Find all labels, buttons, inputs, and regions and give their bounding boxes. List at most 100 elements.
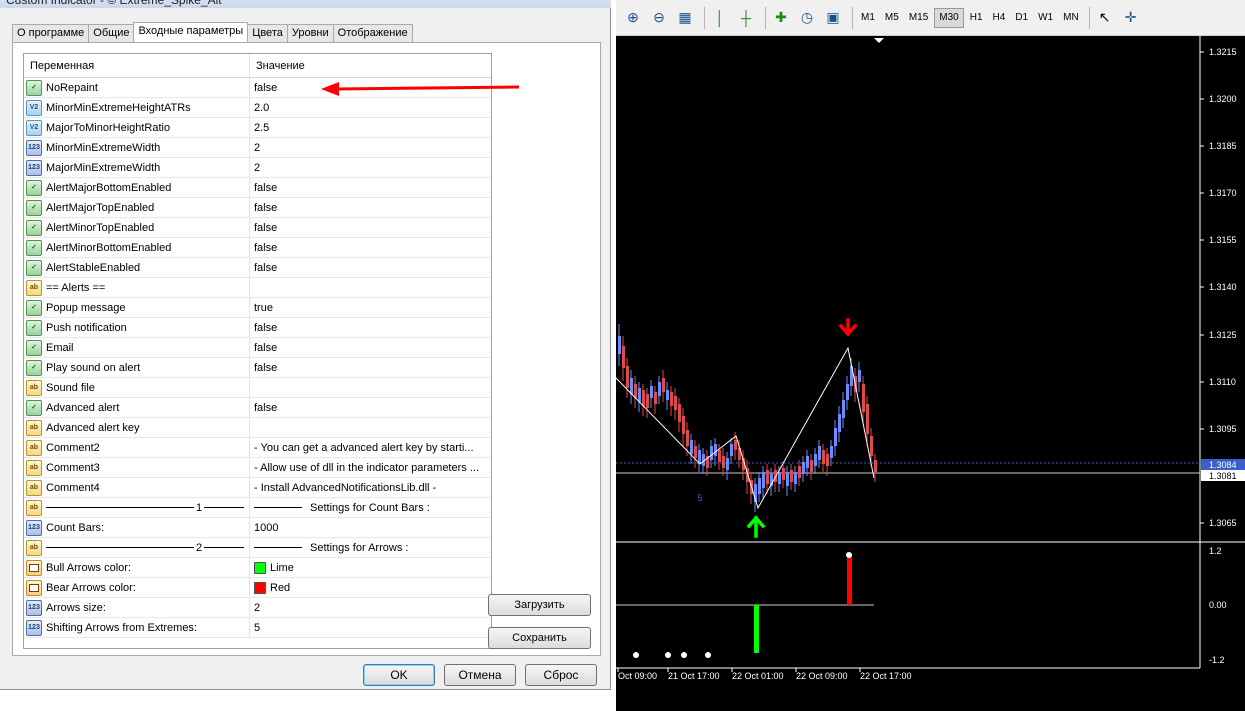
- table-row[interactable]: ab 2 Settings for Arrows :: [24, 538, 491, 558]
- color-swatch[interactable]: [254, 561, 266, 574]
- timeframe-m5[interactable]: M5: [881, 8, 903, 28]
- param-name-cell[interactable]: ✓ Advanced alert: [24, 398, 250, 417]
- table-row[interactable]: 123 MinorMinExtremeWidth 2: [24, 138, 491, 158]
- table-row[interactable]: V2 MajorToMinorHeightRatio 2.5: [24, 118, 491, 138]
- table-row[interactable]: 123 Arrows size: 2: [24, 598, 491, 618]
- param-value-cell[interactable]: true: [250, 298, 491, 317]
- param-name-cell[interactable]: ab Sound file: [24, 378, 250, 397]
- table-row[interactable]: Bear Arrows color: Red: [24, 578, 491, 598]
- param-name-cell[interactable]: ✓ AlertMajorBottomEnabled: [24, 178, 250, 197]
- param-value-cell[interactable]: 2: [250, 158, 491, 177]
- param-name-cell[interactable]: ab Comment3: [24, 458, 250, 477]
- table-row[interactable]: ab Sound file: [24, 378, 491, 398]
- tab-3[interactable]: Цвета: [247, 24, 288, 42]
- crosshair-icon[interactable]: ✛: [1120, 7, 1142, 29]
- param-value-cell[interactable]: false: [250, 358, 491, 377]
- param-value-cell[interactable]: Settings for Count Bars :: [250, 498, 491, 517]
- param-value-cell[interactable]: 2.0: [250, 98, 491, 117]
- param-value-cell[interactable]: 2: [250, 138, 491, 157]
- timeframe-h1[interactable]: H1: [966, 8, 987, 28]
- table-row[interactable]: ✓ Email false: [24, 338, 491, 358]
- param-name-cell[interactable]: ✓ NoRepaint: [24, 78, 250, 97]
- table-row[interactable]: ✓ Popup message true: [24, 298, 491, 318]
- timeframe-m30[interactable]: M30: [934, 7, 964, 28]
- param-value-cell[interactable]: false: [250, 238, 491, 257]
- table-row[interactable]: ✓ AlertStableEnabled false: [24, 258, 491, 278]
- param-value-cell[interactable]: false: [250, 198, 491, 217]
- header-variable[interactable]: Переменная: [24, 54, 250, 77]
- param-name-cell[interactable]: ✓ Popup message: [24, 298, 250, 317]
- table-row[interactable]: ✓ Push notification false: [24, 318, 491, 338]
- table-row[interactable]: ✓ AlertMajorBottomEnabled false: [24, 178, 491, 198]
- param-value-cell[interactable]: - Allow use of dll in the indicator para…: [250, 458, 491, 477]
- zoom-out-icon[interactable]: ⊖: [648, 7, 670, 29]
- header-value[interactable]: Значение: [250, 54, 491, 77]
- param-value-cell[interactable]: [250, 378, 491, 397]
- load-button[interactable]: Загрузить: [488, 594, 591, 616]
- save-button[interactable]: Сохранить: [488, 627, 591, 649]
- price-chart[interactable]: 1.3215 1.3200 1.3185 1.3170 1.3155 1.3140 1.31…: [616, 36, 1245, 711]
- autoscroll-icon[interactable]: ┼: [735, 7, 757, 29]
- param-name-cell[interactable]: Bull Arrows color:: [24, 558, 250, 577]
- table-row[interactable]: ab Comment4 - Install AdvancedNotification…: [24, 478, 491, 498]
- param-value-cell[interactable]: false: [250, 318, 491, 337]
- param-name-cell[interactable]: Bear Arrows color:: [24, 578, 250, 597]
- param-name-cell[interactable]: ab 2: [24, 538, 250, 557]
- param-name-cell[interactable]: 123 Arrows size:: [24, 598, 250, 617]
- table-row[interactable]: ✓ Advanced alert false: [24, 398, 491, 418]
- cancel-button[interactable]: Отмена: [444, 664, 516, 686]
- param-value-cell[interactable]: [250, 278, 491, 297]
- param-value-cell[interactable]: Red: [250, 578, 491, 597]
- table-row[interactable]: ✓ AlertMinorBottomEnabled false: [24, 238, 491, 258]
- param-name-cell[interactable]: ab Comment4: [24, 478, 250, 497]
- param-name-cell[interactable]: ab Comment2: [24, 438, 250, 457]
- table-row[interactable]: 123 MajorMinExtremeWidth 2: [24, 158, 491, 178]
- param-name-cell[interactable]: ab == Alerts ==: [24, 278, 250, 297]
- param-name-cell[interactable]: ab 1: [24, 498, 250, 517]
- tab-2[interactable]: Входные параметры: [133, 22, 249, 42]
- param-name-cell[interactable]: ✓ AlertMinorBottomEnabled: [24, 238, 250, 257]
- templates-icon[interactable]: ▣: [822, 7, 844, 29]
- table-row[interactable]: Bull Arrows color: Lime: [24, 558, 491, 578]
- ok-button[interactable]: OK: [363, 664, 435, 686]
- param-value-cell[interactable]: false: [250, 338, 491, 357]
- zoom-in-icon[interactable]: ⊕: [622, 7, 644, 29]
- timeframe-w1[interactable]: W1: [1034, 8, 1057, 28]
- reset-button[interactable]: Сброс: [525, 664, 597, 686]
- table-row[interactable]: ab 1 Settings for Count Bars :: [24, 498, 491, 518]
- param-value-cell[interactable]: - Install AdvancedNotificationsLib.dll -: [250, 478, 491, 497]
- param-value-cell[interactable]: - You can get a advanced alert key by st…: [250, 438, 491, 457]
- tab-0[interactable]: О программе: [12, 24, 90, 42]
- param-value-cell[interactable]: false: [250, 218, 491, 237]
- param-value-cell[interactable]: Lime: [250, 558, 491, 577]
- param-value-cell[interactable]: Settings for Arrows :: [250, 538, 491, 557]
- param-name-cell[interactable]: ✓ Email: [24, 338, 250, 357]
- timeframe-m15[interactable]: M15: [905, 8, 932, 28]
- timeframe-m1[interactable]: M1: [857, 8, 879, 28]
- param-name-cell[interactable]: 123 Count Bars:: [24, 518, 250, 537]
- param-name-cell[interactable]: ✓ Push notification: [24, 318, 250, 337]
- param-value-cell[interactable]: [250, 418, 491, 437]
- period-clock-icon[interactable]: ◷: [796, 7, 818, 29]
- add-indicator-icon[interactable]: ✚: [770, 7, 792, 29]
- timeframe-d1[interactable]: D1: [1011, 8, 1032, 28]
- table-row[interactable]: ✓ AlertMajorTopEnabled false: [24, 198, 491, 218]
- param-name-cell[interactable]: ✓ Play sound on alert: [24, 358, 250, 377]
- table-row[interactable]: V2 MinorMinExtremeHeightATRs 2.0: [24, 98, 491, 118]
- table-row[interactable]: 123 Count Bars: 1000: [24, 518, 491, 538]
- param-name-cell[interactable]: V2 MinorMinExtremeHeightATRs: [24, 98, 250, 117]
- cursor-icon[interactable]: ↖: [1094, 7, 1116, 29]
- param-name-cell[interactable]: ✓ AlertStableEnabled: [24, 258, 250, 277]
- param-name-cell[interactable]: V2 MajorToMinorHeightRatio: [24, 118, 250, 137]
- param-name-cell[interactable]: ✓ AlertMajorTopEnabled: [24, 198, 250, 217]
- chart-canvas[interactable]: 1.3215 1.3200 1.3185 1.3170 1.3155 1.3140 1.31…: [616, 36, 1245, 711]
- param-value-cell[interactable]: false: [250, 178, 491, 197]
- table-row[interactable]: ✓ AlertMinorTopEnabled false: [24, 218, 491, 238]
- table-row[interactable]: ab Comment3 - Allow use of dll in the indi…: [24, 458, 491, 478]
- param-name-cell[interactable]: 123 MajorMinExtremeWidth: [24, 158, 250, 177]
- param-name-cell[interactable]: ab Advanced alert key: [24, 418, 250, 437]
- param-name-cell[interactable]: ✓ AlertMinorTopEnabled: [24, 218, 250, 237]
- tile-windows-icon[interactable]: ▦: [674, 7, 696, 29]
- table-row[interactable]: ab == Alerts ==: [24, 278, 491, 298]
- param-value-cell[interactable]: false: [250, 398, 491, 417]
